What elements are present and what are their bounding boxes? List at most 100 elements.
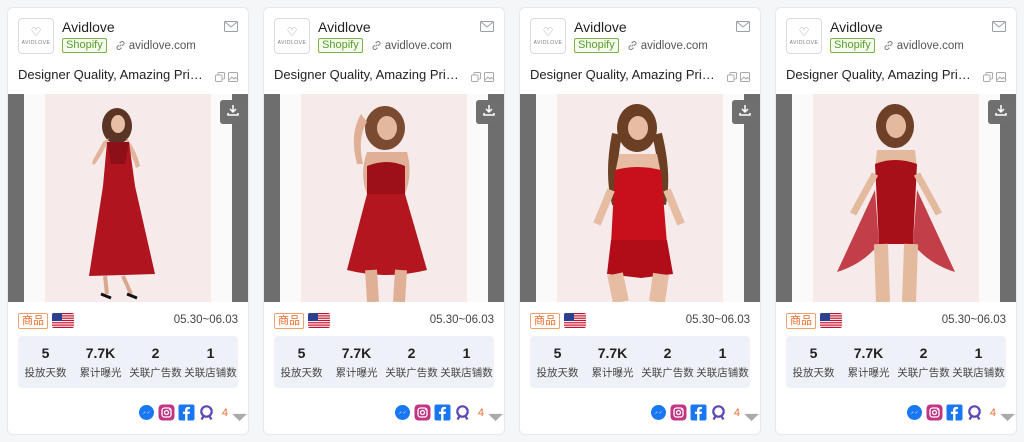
brand-logo[interactable]: ♡ AVIDLOVE: [18, 18, 54, 54]
messenger-icon[interactable]: [394, 404, 411, 421]
chevron-down-icon[interactable]: [743, 409, 759, 422]
platform-count[interactable]: 4: [734, 407, 740, 419]
stat-value: 5: [553, 345, 562, 361]
media-letterbox-right: [232, 94, 248, 302]
date-range: 05.30~06.03: [941, 314, 1006, 326]
instagram-icon[interactable]: [158, 404, 175, 421]
stat-label: 关联店铺数: [184, 367, 237, 379]
stat-label: 投放天数: [280, 367, 323, 379]
copy-icon[interactable]: [983, 69, 993, 87]
instagram-icon[interactable]: [414, 404, 431, 421]
logo-mark-icon: ♡: [542, 25, 554, 39]
logo-mark-icon: ♡: [30, 25, 42, 39]
facebook-icon[interactable]: [434, 404, 451, 421]
product-photo[interactable]: [45, 94, 211, 302]
store-domain-link[interactable]: avidlove.com: [129, 40, 196, 52]
brand-name[interactable]: Avidlove: [62, 19, 115, 35]
mail-icon[interactable]: [480, 19, 494, 32]
platform-count[interactable]: 4: [478, 407, 484, 419]
product-photo[interactable]: [813, 94, 979, 302]
copy-icon[interactable]: [727, 69, 737, 87]
product-photo[interactable]: [557, 94, 723, 302]
ad-media[interactable]: [776, 94, 1016, 302]
facebook-icon[interactable]: [946, 404, 963, 421]
card-header: ♡ AVIDLOVE Avidlove Shopify avidlove.com: [530, 18, 750, 56]
brand-logo[interactable]: ♡ AVIDLOVE: [786, 18, 822, 54]
chevron-down-icon[interactable]: [231, 409, 247, 422]
facebook-icon[interactable]: [690, 404, 707, 421]
stat-value: 2: [151, 345, 160, 361]
audience-network-icon[interactable]: [710, 404, 727, 421]
instagram-icon[interactable]: [926, 404, 943, 421]
stat-value: 1: [206, 345, 215, 361]
logo-mark-icon: ♡: [286, 25, 298, 39]
image-icon[interactable]: [740, 69, 750, 87]
platform-count[interactable]: 4: [990, 407, 996, 419]
stat-value: 2: [919, 345, 928, 361]
brand-name[interactable]: Avidlove: [574, 19, 627, 35]
us-flag-icon: [52, 313, 74, 328]
platform-count[interactable]: 4: [222, 407, 228, 419]
download-button[interactable]: [220, 100, 246, 124]
card-header: ♡ AVIDLOVE Avidlove Shopify avidlove.com: [274, 18, 494, 56]
instagram-icon[interactable]: [670, 404, 687, 421]
stats-panel: 5 投放天数 7.7K 累计曝光 2 关联广告数 1 关联店铺数: [18, 336, 238, 388]
audience-network-icon[interactable]: [198, 404, 215, 421]
chevron-down-icon[interactable]: [999, 409, 1015, 422]
brand-logo[interactable]: ♡ AVIDLOVE: [274, 18, 310, 54]
copy-icon[interactable]: [471, 69, 481, 87]
media-letterbox-right: [1000, 94, 1016, 302]
date-range: 05.30~06.03: [685, 314, 750, 326]
image-icon[interactable]: [228, 69, 238, 87]
mail-icon[interactable]: [224, 19, 238, 32]
messenger-icon[interactable]: [138, 404, 155, 421]
ad-card[interactable]: ♡ AVIDLOVE Avidlove Shopify avidlove.com…: [263, 7, 505, 435]
stat-item: 1 关联店铺数: [439, 336, 494, 388]
image-icon[interactable]: [996, 69, 1006, 87]
stat-label: 累计曝光: [335, 367, 378, 379]
messenger-icon[interactable]: [906, 404, 923, 421]
store-domain-link[interactable]: avidlove.com: [385, 40, 452, 52]
stat-item: 2 关联广告数: [640, 336, 695, 388]
ad-media[interactable]: [520, 94, 760, 302]
stat-value: 7.7K: [341, 345, 372, 361]
stat-label: 关联店铺数: [696, 367, 749, 379]
ad-card[interactable]: ♡ AVIDLOVE Avidlove Shopify avidlove.com…: [519, 7, 761, 435]
copy-icon[interactable]: [215, 69, 225, 87]
audience-network-icon[interactable]: [454, 404, 471, 421]
mail-icon[interactable]: [736, 19, 750, 32]
us-flag-icon: [308, 313, 330, 328]
facebook-icon[interactable]: [178, 404, 195, 421]
ad-card[interactable]: ♡ AVIDLOVE Avidlove Shopify avidlove.com…: [7, 7, 249, 435]
mail-icon[interactable]: [992, 19, 1006, 32]
logo-text: AVIDLOVE: [789, 40, 819, 46]
ad-media[interactable]: [8, 94, 248, 302]
download-button[interactable]: [476, 100, 502, 124]
audience-network-icon[interactable]: [966, 404, 983, 421]
product-photo[interactable]: [301, 94, 467, 302]
ad-card[interactable]: ♡ AVIDLOVE Avidlove Shopify avidlove.com…: [775, 7, 1017, 435]
ad-media[interactable]: [264, 94, 504, 302]
stat-label: 投放天数: [536, 367, 579, 379]
image-icon[interactable]: [484, 69, 494, 87]
us-flag-icon: [564, 313, 586, 328]
stat-item: 7.7K 累计曝光: [73, 336, 128, 388]
store-domain-link[interactable]: avidlove.com: [641, 40, 708, 52]
store-domain-link[interactable]: avidlove.com: [897, 40, 964, 52]
stat-value: 7.7K: [85, 345, 116, 361]
brand-name[interactable]: Avidlove: [318, 19, 371, 35]
us-flag-icon: [820, 313, 842, 328]
download-button[interactable]: [732, 100, 758, 124]
link-icon: [627, 40, 638, 51]
platform-icons: 4: [906, 404, 1015, 422]
brand-name[interactable]: Avidlove: [830, 19, 883, 35]
brand-logo[interactable]: ♡ AVIDLOVE: [530, 18, 566, 54]
stat-item: 5 投放天数: [274, 336, 329, 388]
download-icon: [738, 103, 752, 122]
download-button[interactable]: [988, 100, 1014, 124]
media-letterbox-left: [520, 94, 536, 302]
chevron-down-icon[interactable]: [487, 409, 503, 422]
messenger-icon[interactable]: [650, 404, 667, 421]
platform-badge: Shopify: [62, 38, 107, 53]
stat-label: 累计曝光: [591, 367, 634, 379]
